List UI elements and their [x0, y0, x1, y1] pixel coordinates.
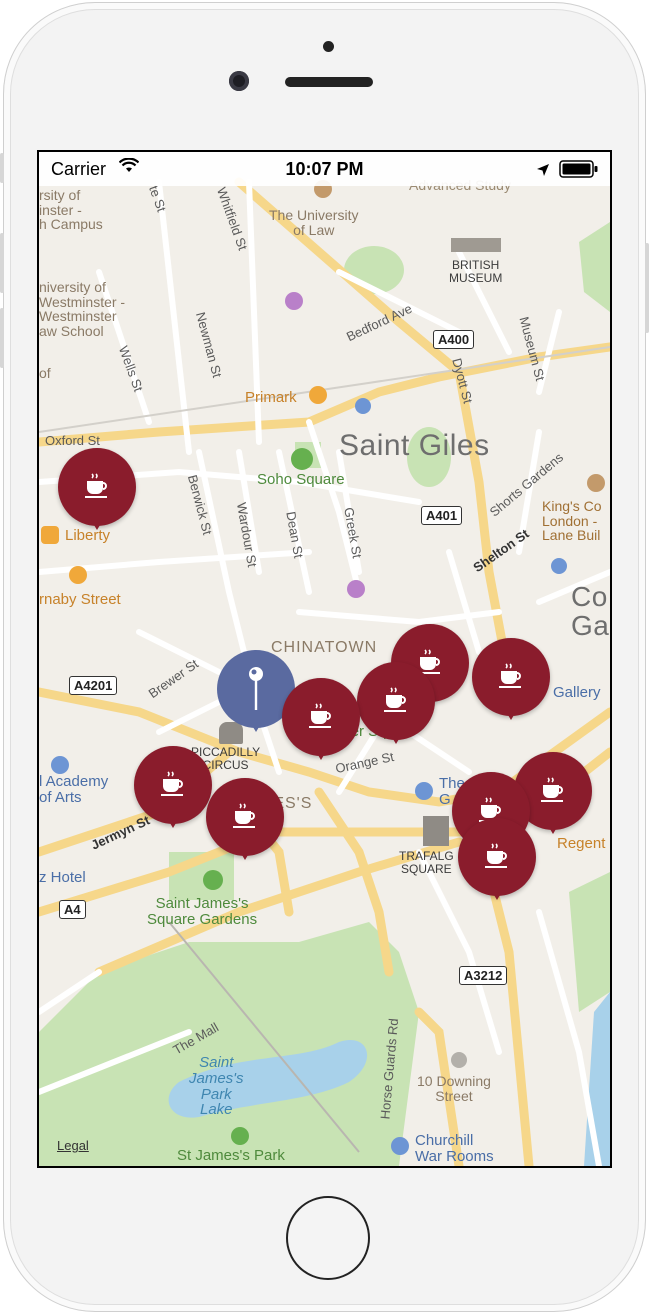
volume-up-button — [0, 233, 4, 293]
earpiece-speaker — [285, 77, 373, 87]
volume-down-button — [0, 308, 4, 368]
gallery-icon — [415, 782, 433, 800]
coffee-cup-icon — [233, 803, 255, 828]
road-badge-a4: A4 — [59, 900, 86, 919]
univ-westminster-top-label: rsity of inster - h Campus — [39, 187, 103, 233]
coffee-shop-marker[interactable] — [357, 662, 435, 744]
district-saint-giles: Saint Giles — [339, 429, 490, 462]
british-museum-building-icon — [451, 238, 501, 252]
power-button — [645, 243, 649, 333]
univ-of-law-label: The University of Law — [269, 207, 359, 238]
college-icon — [587, 474, 605, 492]
coffee-cup-icon — [485, 843, 507, 868]
shopping-bag-icon — [309, 386, 327, 404]
coffee-cup-icon — [85, 473, 107, 498]
park-tree-icon — [231, 1127, 249, 1145]
road-badge-a4201: A4201 — [69, 676, 118, 695]
british-museum-label: BRITISH MUSEUM — [449, 258, 503, 285]
road-badge-a400: A400 — [433, 330, 475, 349]
st-james-park-lake-label: Saint James's Park Lake — [189, 1054, 244, 1119]
screen: Carrier 10:07 PM rsity of inster - h Cam… — [37, 150, 612, 1168]
status-time: 10:07 PM — [285, 159, 364, 179]
royal-academy-label: l Academy of Arts — [39, 773, 109, 806]
road-badge-a3212: A3212 — [459, 966, 508, 985]
park-tree-icon — [203, 870, 223, 890]
coffee-shop-marker[interactable] — [472, 638, 550, 720]
home-button[interactable] — [286, 1196, 370, 1280]
hotel-label: z Hotel — [39, 869, 86, 886]
park-tree-icon — [291, 448, 313, 470]
coffee-shop-marker[interactable] — [282, 678, 360, 760]
trafalgar-landmark-icon — [423, 816, 449, 846]
primark-label: Primark — [245, 389, 297, 406]
coffee-cup-icon — [309, 703, 331, 728]
downing-street-label: 10 Downing Street — [417, 1073, 491, 1104]
theatre-icon — [285, 292, 303, 310]
covent-garden-label: Co Ga — [571, 581, 610, 642]
tube-station-icon — [551, 558, 567, 574]
of-label: of — [39, 365, 51, 381]
proximity-sensor — [323, 41, 334, 52]
road-oxford-st: Oxford St — [45, 433, 100, 448]
coffee-cup-icon — [499, 663, 521, 688]
kings-college-label: King's Co London - Lane Buil — [542, 498, 602, 544]
coffee-shop-marker[interactable] — [134, 746, 212, 828]
univ-westminster-label: niversity of Westminster - Westminster a… — [39, 279, 126, 340]
coffee-cup-icon — [161, 771, 183, 796]
road-badge-a401: A401 — [421, 506, 463, 525]
tube-station-icon — [355, 398, 371, 414]
museum-icon — [391, 1137, 409, 1155]
shopping-icon — [69, 566, 87, 584]
soho-square-label: Soho Square — [257, 471, 345, 488]
churchill-war-rooms-label: Churchill War Rooms — [415, 1132, 494, 1165]
coffee-cup-icon — [541, 777, 563, 802]
liberty-label: Liberty — [65, 527, 111, 544]
coffee-shop-marker[interactable] — [458, 818, 536, 900]
regent-label: Regent — [557, 835, 606, 852]
coffee-shop-marker[interactable] — [206, 778, 284, 860]
front-camera — [229, 71, 249, 91]
museum-icon — [51, 756, 69, 774]
location-arrow-icon — [536, 161, 550, 182]
battery-icon — [559, 160, 599, 183]
status-bar: Carrier 10:07 PM — [39, 152, 610, 186]
landmark-dot-icon — [451, 1052, 467, 1068]
cinema-icon — [347, 580, 365, 598]
coffee-shop-marker[interactable] — [58, 448, 136, 530]
st-james-square-gardens-label: Saint James's Square Gardens — [147, 895, 258, 928]
store-icon — [41, 526, 59, 544]
st-james-park-label: St James's Park — [177, 1147, 285, 1164]
trafalgar-square-label: TRAFALG SQUARE — [399, 849, 454, 876]
gallery-label: Gallery — [553, 684, 601, 701]
carnaby-street-label: rnaby Street — [39, 591, 121, 608]
mute-switch — [0, 153, 4, 183]
coffee-cup-icon — [384, 687, 406, 712]
legal-link[interactable]: Legal — [57, 1138, 89, 1153]
